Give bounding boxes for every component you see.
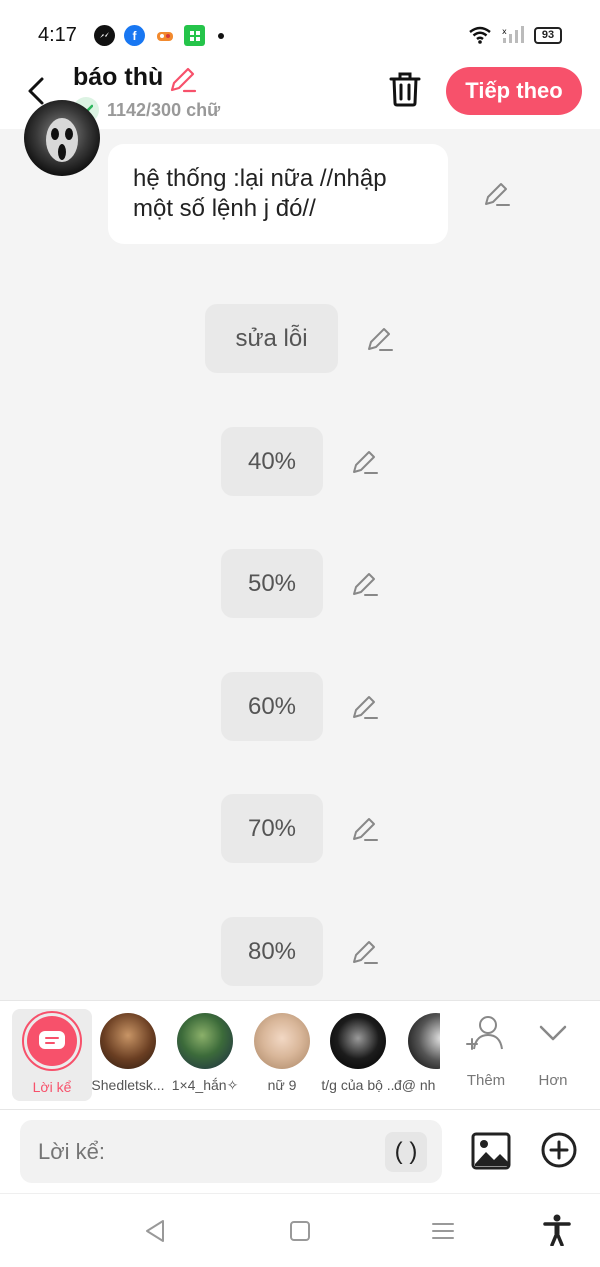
character-avatar [408,1013,440,1069]
character-avatar [177,1013,233,1069]
choice-pill-40[interactable]: 40% [221,427,323,496]
character-selector: Lời kể Shedletsk... 1×4_hắn✧ nữ 9 t/g củ… [0,1000,600,1109]
delete-button[interactable] [387,69,423,109]
nav-home-button[interactable] [287,1218,313,1244]
more-label: Thêm [466,1072,506,1089]
add-button[interactable] [540,1131,578,1169]
insert-image-button[interactable] [470,1130,512,1172]
message-input[interactable] [20,1120,442,1183]
character-label: đ@ nh [394,1077,436,1093]
pencil-icon [353,941,378,964]
message-text-line2: một số lệnh j đó// [133,195,316,222]
edit-pill-button[interactable] [366,325,394,353]
signal-icon: x [502,26,524,43]
chevron-down-icon [539,1025,567,1041]
character-item[interactable]: 1×4_hắn✧ [165,1009,245,1101]
pencil-icon [353,573,378,596]
status-time: 4:17 [38,24,77,46]
character-item[interactable]: nữ 9 [242,1009,322,1101]
next-button[interactable]: Tiếp theo [446,67,582,115]
edit-pill-button[interactable] [351,570,379,598]
choice-pill-70[interactable]: 70% [221,794,323,863]
more-notifications-dot [218,32,224,39]
character-item[interactable]: Shedletsk... [88,1009,168,1101]
message-icon [39,1031,65,1049]
character-item[interactable]: đ@ nh [394,1009,440,1101]
facebook-icon: f [124,25,145,46]
trash-icon [389,72,421,107]
svg-text:x: x [502,27,507,36]
parenthesis-button[interactable]: ( ) [385,1132,427,1172]
plus-circle-icon [541,1132,577,1168]
message-text-line1: hệ thống :lại nữa //nhập [133,165,387,192]
character-label: Shedletsk... [91,1077,165,1093]
message-bubble[interactable]: hệ thống :lại nữa //nhập một số lệnh j đ… [108,144,448,244]
character-item[interactable]: t/g của bộ .. [318,1009,398,1101]
edit-pill-button[interactable] [351,693,379,721]
edit-pill-button[interactable] [351,448,379,476]
menu-icon [432,1223,454,1239]
less-label: Hơn [538,1072,568,1089]
accessibility-button[interactable] [543,1214,571,1247]
pencil-icon [353,451,378,474]
add-user-icon [466,1016,503,1050]
edit-pill-button[interactable] [351,815,379,843]
edit-title-button[interactable] [168,64,198,94]
game-app-icon [154,25,175,46]
pencil-icon [353,696,378,719]
word-count: 1142/300 chữ [107,99,221,120]
pencil-icon [485,183,510,206]
character-label: nữ 9 [267,1077,297,1093]
character-avatar [330,1013,386,1069]
choice-pill-50[interactable]: 50% [221,549,323,618]
pencil-icon [170,67,197,93]
messenger-icon [94,25,115,46]
wifi-icon [469,26,491,44]
character-avatar [254,1013,310,1069]
choice-pill-60[interactable]: 60% [221,672,323,741]
speaker-avatar[interactable] [24,100,100,176]
accessibility-icon [543,1214,571,1247]
square-home-icon [290,1221,310,1241]
calculator-app-icon [184,25,205,46]
choice-pill-80[interactable]: 80% [221,917,323,986]
choice-pill-fix[interactable]: sửa lỗi [205,304,338,373]
pencil-icon [353,818,378,841]
add-character-button[interactable]: Thêm [451,1013,521,1089]
nav-back-button[interactable] [143,1218,169,1244]
pencil-icon [368,328,393,351]
edit-message-button[interactable] [483,180,511,208]
expand-characters-button[interactable]: Hơn [518,1013,588,1089]
story-title: báo thù [73,63,164,91]
image-icon [471,1132,511,1170]
character-narrator[interactable]: Lời kể [12,1009,92,1101]
notification-icons: f [94,25,224,46]
input-bar: ( ) [0,1109,600,1193]
character-avatar [100,1013,156,1069]
narrator-avatar [22,1011,82,1071]
character-label: Lời kể [32,1079,72,1095]
nav-menu-button[interactable] [430,1218,456,1244]
character-label: t/g của bộ .. [321,1077,395,1093]
system-nav-bar [0,1193,600,1267]
triangle-back-icon [146,1220,164,1242]
edit-pill-button[interactable] [351,938,379,966]
battery-icon: 93 [534,26,562,44]
character-label: 1×4_hắn✧ [171,1077,239,1093]
status-right: x 93 [468,26,562,44]
